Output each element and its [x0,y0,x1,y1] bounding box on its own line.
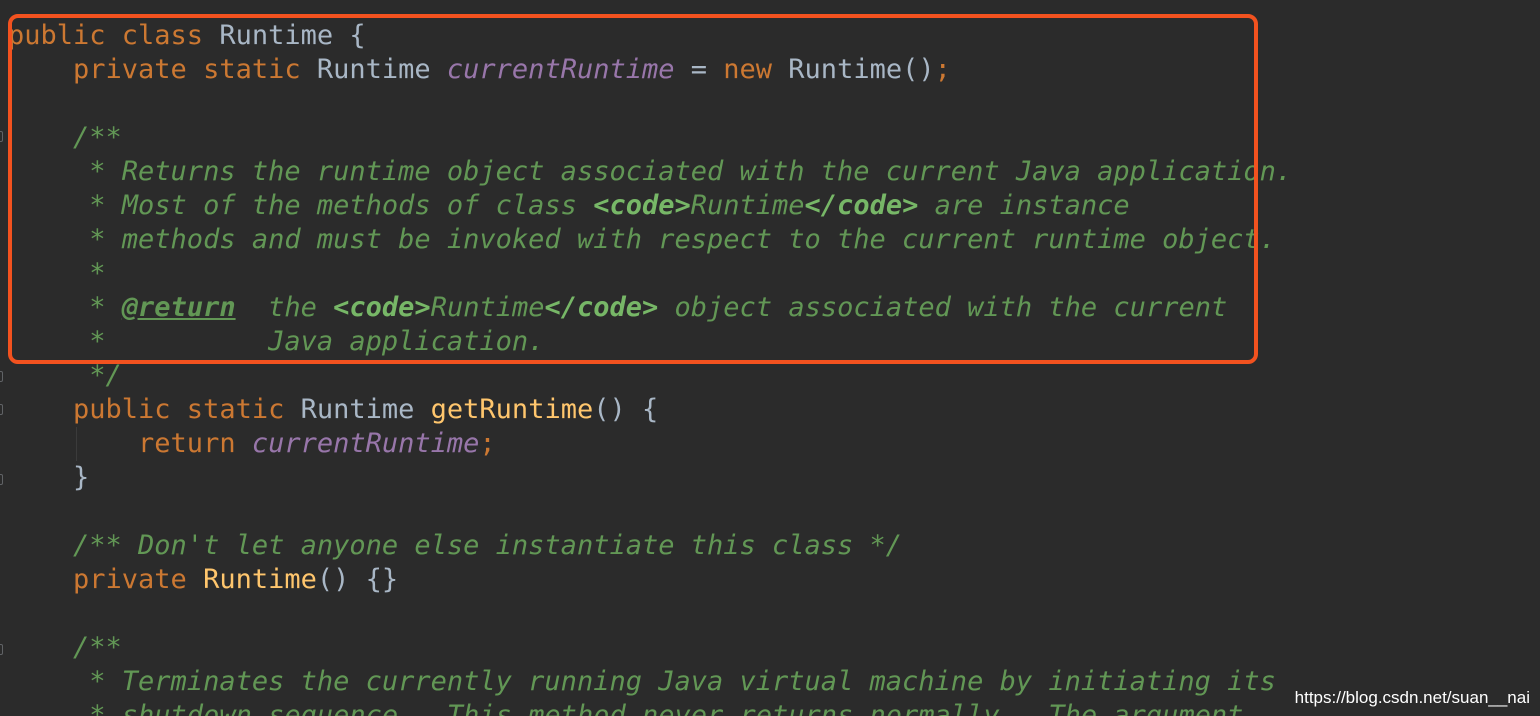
code-line[interactable]: * Java application. [8,325,1292,359]
code-line[interactable] [8,495,1292,529]
code-token: /** [8,632,122,663]
code-token: Runtime [203,564,317,595]
code-token: * Java application. [8,326,545,357]
code-token: * Returns the runtime object associated … [8,156,1293,187]
fold-marker-icon[interactable] [0,474,3,485]
code-line[interactable]: } [8,461,1292,495]
code-line[interactable]: * methods and must be invoked with respe… [8,223,1292,257]
code-token: */ [8,360,122,391]
code-token: * [8,258,106,289]
code-token: = [674,54,724,85]
indent-guide [76,427,77,461]
code-token: * shutdown sequence. This method never r… [8,700,1244,716]
code-line[interactable]: private static Runtime currentRuntime = … [8,53,1292,87]
code-editor[interactable]: public class Runtime { private static Ru… [0,0,1540,716]
code-token: return [8,428,252,459]
code-line[interactable]: * shutdown sequence. This method never r… [8,699,1292,716]
code-token: private [8,564,204,595]
code-token: currentRuntime [251,428,480,459]
code-token: * Most of the methods of class [8,190,594,221]
code-token: @return [121,292,236,323]
code-line[interactable]: * [8,257,1292,291]
code-token: /** Don't let anyone else instantiate th… [8,530,903,561]
code-token: private static [8,54,317,85]
code-token: </code> [544,292,659,323]
code-token: getRuntime [430,394,594,425]
code-token: * [8,292,122,323]
code-token: <code> [333,292,431,323]
code-line[interactable]: /** Don't let anyone else instantiate th… [8,529,1292,563]
code-token: * methods and must be invoked with respe… [8,224,1276,255]
fold-marker-icon[interactable] [0,404,3,415]
code-token: /** [8,122,122,153]
code-token: Runtime [788,54,903,85]
code-token: ; [934,54,951,85]
code-token: { [349,20,366,51]
code-token: new [723,54,789,85]
code-line[interactable]: return currentRuntime; [8,427,1292,461]
editor-gutter [0,0,8,716]
code-token: object associated with the current [658,292,1228,323]
code-token: * Terminates the currently running Java … [8,666,1276,697]
code-token: </code> [804,190,919,221]
code-token: Runtime [219,20,350,51]
code-line[interactable]: private Runtime() {} [8,563,1292,597]
code-token: ; [479,428,496,459]
watermark-text: https://blog.csdn.net/suan__nai [1294,688,1530,707]
code-token: Runtime [300,394,431,425]
fold-marker-icon[interactable] [0,371,3,382]
fold-marker-icon[interactable] [0,131,3,142]
code-line[interactable]: * @return the <code>Runtime</code> objec… [8,291,1292,325]
code-token: Runtime [690,190,805,221]
fold-marker-icon[interactable] [0,644,3,655]
code-line[interactable]: public class Runtime { [8,19,1292,53]
code-line[interactable]: public static Runtime getRuntime() { [8,393,1292,427]
code-line[interactable] [8,87,1292,121]
code-token: currentRuntime [446,54,675,85]
code-token: () [902,54,935,85]
code-line[interactable]: * Returns the runtime object associated … [8,155,1292,189]
code-token: public static [8,394,301,425]
code-token: public class [8,20,220,51]
code-token: } [8,462,90,493]
code-line[interactable] [8,597,1292,631]
code-token: <code> [593,190,691,221]
code-line[interactable]: */ [8,359,1292,393]
code-token: are instance [918,190,1130,221]
code-line[interactable]: /** [8,121,1292,155]
code-line[interactable]: /** [8,631,1292,665]
code-token: Runtime [430,292,545,323]
code-area[interactable]: public class Runtime { private static Ru… [8,19,1292,716]
code-token: () {} [316,564,399,595]
code-token: the [235,292,334,323]
code-line[interactable]: * Most of the methods of class <code>Run… [8,189,1292,223]
code-token: () { [593,394,659,425]
code-line[interactable]: * Terminates the currently running Java … [8,665,1292,699]
code-token: Runtime [316,54,447,85]
